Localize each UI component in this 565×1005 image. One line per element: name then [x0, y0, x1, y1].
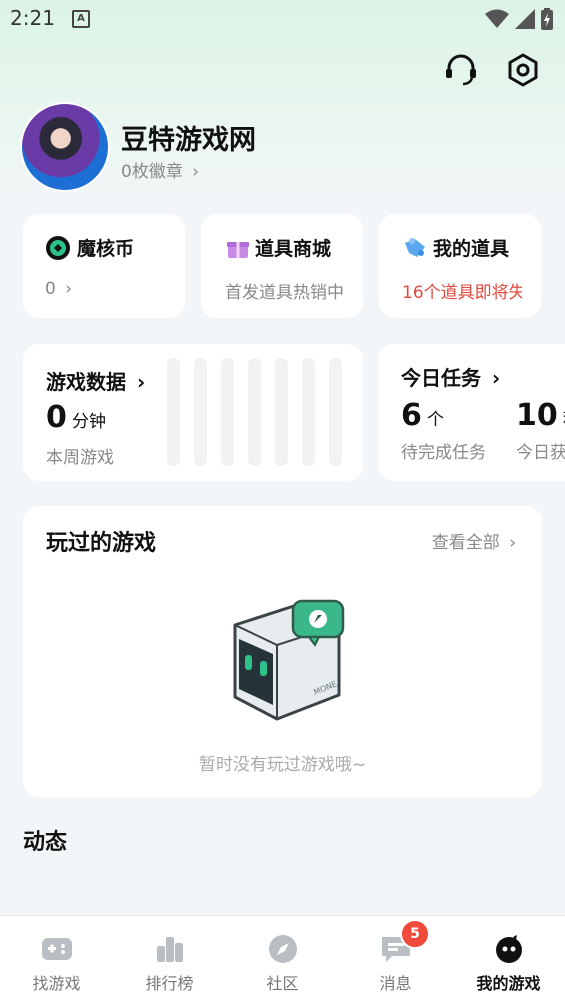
- game-data-card[interactable]: 游戏数据 › 0 分钟 本周游戏: [23, 344, 363, 481]
- bar-3: [221, 358, 234, 466]
- game-minutes-unit: 分钟: [71, 412, 106, 432]
- tab-my-games[interactable]: 我的游戏: [452, 916, 565, 1005]
- view-all-link[interactable]: 查看全部 ›: [432, 528, 516, 553]
- bar-4: [248, 358, 261, 466]
- chevron-right-icon: ›: [65, 279, 73, 299]
- message-count-badge: 5: [400, 919, 430, 949]
- tab-ranking[interactable]: 排行榜: [113, 916, 226, 1005]
- bar-2: [194, 358, 207, 466]
- chevron-right-icon: ›: [509, 533, 516, 553]
- chevron-right-icon: ›: [192, 162, 200, 182]
- status-icons: [485, 8, 553, 30]
- badges-label: 0枚徽章: [121, 162, 183, 182]
- played-games-card: 玩过的游戏 查看全部 › MONE 暂时没有玩过游戏哦~: [23, 506, 542, 797]
- coin-amount: 0: [45, 279, 56, 299]
- gift-icon: [227, 241, 249, 258]
- daily-tasks-title: 今日任务: [401, 366, 481, 390]
- wifi-icon: [485, 9, 509, 28]
- profile-face-icon: [495, 935, 522, 963]
- bottom-tab-bar: 找游戏 排行榜 社区 消息 5 我的游戏: [0, 915, 565, 1005]
- my-props-card[interactable]: 我的道具 16个道具即将失效: [379, 214, 541, 318]
- customer-service-icon[interactable]: [444, 53, 478, 87]
- prop-store-card[interactable]: 道具商城 首发道具热销中: [201, 214, 363, 318]
- pending-tasks-label: 待完成任务: [401, 443, 486, 463]
- played-games-title: 玩过的游戏: [46, 531, 157, 556]
- prop-store-title: 道具商城: [255, 238, 332, 260]
- my-props-title: 我的道具: [433, 238, 510, 260]
- tab-community[interactable]: 社区: [226, 916, 339, 1005]
- tab-find-games[interactable]: 找游戏: [0, 916, 113, 1005]
- coin-title: 魔核币: [77, 238, 135, 260]
- status-time: 2:21: [10, 6, 55, 30]
- my-props-sub: 16个道具即将失效: [402, 283, 522, 303]
- coin-card[interactable]: 魔核币 0 ›: [23, 214, 185, 318]
- today-points-value: 10: [516, 398, 558, 433]
- battery-icon: [541, 8, 553, 30]
- prop-store-sub: 首发道具热销中: [225, 283, 343, 303]
- tab-find-games-label: 找游戏: [32, 974, 81, 993]
- pending-tasks-unit: 个: [426, 410, 444, 430]
- bar-6: [302, 358, 315, 466]
- bar-1: [167, 358, 180, 466]
- username[interactable]: 豆特游戏网: [121, 118, 256, 157]
- tab-community-label: 社区: [266, 974, 299, 993]
- coin-icon: [46, 235, 70, 260]
- puzzle-icon: [405, 237, 425, 257]
- view-all-label: 查看全部: [431, 533, 500, 553]
- daily-tasks-card[interactable]: 今日任务 › 6 个 待完成任务 10 积 今日获: [378, 344, 565, 481]
- signal-icon: [515, 9, 535, 29]
- ranking-icon: [156, 937, 183, 962]
- avatar[interactable]: [22, 104, 108, 190]
- bar-7: [329, 358, 342, 466]
- gamepad-icon: [41, 938, 72, 960]
- empty-state-text: 暂时没有玩过游戏哦~: [198, 755, 367, 775]
- badges-link[interactable]: 0枚徽章 ›: [121, 157, 199, 182]
- game-minutes-value: 0: [46, 400, 67, 435]
- mascot-cube-illustration: MONE: [233, 599, 345, 721]
- game-minutes-label: 本周游戏: [46, 448, 114, 468]
- compass-icon: [268, 935, 297, 963]
- bar-5: [275, 358, 288, 466]
- chevron-right-icon: ›: [491, 366, 501, 390]
- settings-icon[interactable]: [506, 53, 540, 87]
- tab-messages-label: 消息: [379, 974, 412, 993]
- weekly-bar-chart: [167, 358, 342, 466]
- tab-ranking-label: 排行榜: [145, 974, 194, 993]
- notification-icon: A: [72, 10, 90, 28]
- feed-title: 动态: [23, 830, 68, 855]
- today-points-label: 今日获: [516, 443, 565, 463]
- game-data-title: 游戏数据: [46, 370, 126, 394]
- chevron-right-icon: ›: [136, 370, 146, 394]
- pending-tasks-value: 6: [401, 398, 422, 433]
- tab-my-games-label: 我的游戏: [476, 974, 541, 993]
- tab-messages[interactable]: 消息 5: [339, 916, 452, 1005]
